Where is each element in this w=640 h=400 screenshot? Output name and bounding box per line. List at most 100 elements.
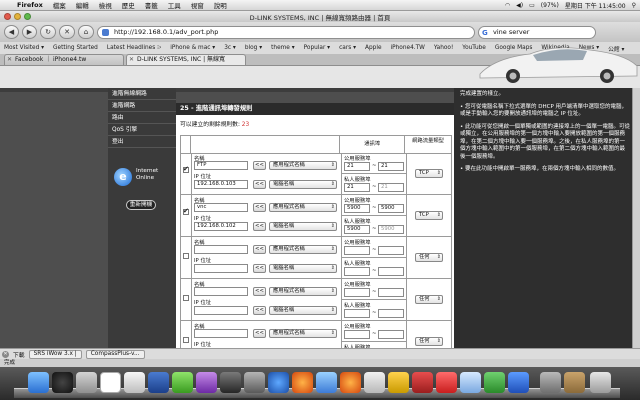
app-icon[interactable]	[196, 372, 217, 393]
computer-name-select[interactable]: 電腦名稱	[269, 180, 337, 189]
insert-pc-button[interactable]: <<	[253, 222, 266, 231]
reload-button[interactable]: ↻	[40, 25, 56, 39]
rule-ip-input[interactable]	[194, 306, 248, 315]
public-port-end-input[interactable]: 21	[378, 162, 404, 171]
application-name-select[interactable]: 應用程式名稱	[269, 245, 337, 254]
rule-ip-input[interactable]	[194, 264, 248, 273]
download-task[interactable]: CompassPlus-v...	[85, 349, 145, 359]
traffic-type-select[interactable]: 任何	[415, 295, 443, 304]
application-name-select[interactable]: 應用程式名稱	[269, 161, 337, 170]
tab-dlink[interactable]: ✕ D-LINK SYSTEMS, INC | 無線寬	[126, 54, 246, 65]
public-port-end-input[interactable]	[378, 330, 404, 339]
public-port-end-input[interactable]: 5900	[378, 204, 404, 213]
sidebar-item-advanced-network[interactable]: 進階網路	[108, 100, 176, 112]
bookmark-item[interactable]: Most Visited ▾	[4, 45, 44, 51]
restart-button[interactable]: 重新開機	[126, 200, 156, 210]
rule-enable-checkbox[interactable]	[183, 165, 189, 173]
computer-name-select[interactable]: 電腦名稱	[269, 264, 337, 273]
download-label[interactable]: 下載	[13, 350, 25, 359]
rule-ip-input[interactable]: 192.168.0.102	[194, 222, 248, 231]
firefox-icon[interactable]	[292, 372, 313, 393]
stop-button[interactable]: ✕	[59, 25, 75, 39]
menu-view[interactable]: 檢視	[94, 0, 117, 10]
battery-icon[interactable]: ▭	[529, 2, 535, 9]
app-icon[interactable]	[508, 372, 529, 393]
app-icon[interactable]	[364, 372, 385, 393]
volume-icon[interactable]: ◀)	[516, 2, 523, 9]
rule-name-input[interactable]	[194, 287, 248, 296]
rule-enable-checkbox[interactable]	[183, 337, 189, 343]
menu-tools[interactable]: 工具	[163, 0, 186, 10]
insert-pc-button[interactable]: <<	[253, 264, 266, 273]
mail-icon[interactable]	[76, 372, 97, 393]
private-port-start-input[interactable]: 21	[344, 183, 370, 192]
itunes-icon[interactable]	[316, 372, 337, 393]
sidebar-item-routing[interactable]: 路由	[108, 112, 176, 124]
finder-icon[interactable]	[28, 372, 49, 393]
insert-app-button[interactable]: <<	[253, 245, 266, 254]
firefox-alt-icon[interactable]	[340, 372, 361, 393]
textedit-icon[interactable]	[124, 372, 145, 393]
bookmark-item[interactable]: iPhone & mac ▾	[170, 45, 215, 51]
rule-name-input[interactable]	[194, 329, 248, 338]
bookmark-item[interactable]: cars ▾	[339, 45, 356, 51]
public-port-end-input[interactable]	[378, 288, 404, 297]
sidebar-item-logout[interactable]: 登出	[108, 136, 176, 148]
menu-edit[interactable]: 編輯	[71, 0, 94, 10]
bookmark-item[interactable]: Getting Started	[53, 45, 98, 51]
wifi-icon[interactable]: ◠	[505, 2, 510, 9]
traffic-type-select[interactable]: TCP	[415, 169, 443, 178]
downloads-stack-icon[interactable]	[540, 372, 561, 393]
menu-window[interactable]: 視窗	[186, 0, 209, 10]
bookmark-item[interactable]: Apple	[365, 45, 382, 51]
public-port-start-input[interactable]: 5900	[344, 204, 370, 213]
bookmark-item[interactable]: iPhone4.TW	[391, 45, 425, 51]
spotlight-icon[interactable]: ⚲	[632, 2, 636, 9]
insert-app-button[interactable]: <<	[253, 329, 266, 338]
trash-icon[interactable]	[590, 372, 611, 393]
tab-facebook[interactable]: ✕ Facebook ｜ iPhone4.tw	[4, 54, 124, 65]
bookmark-item[interactable]: 3c ▾	[224, 45, 236, 51]
private-port-end-input[interactable]	[378, 309, 404, 318]
sidebar-item-advanced-wireless[interactable]: 進階無線網路	[108, 88, 176, 100]
application-name-select[interactable]: 應用程式名稱	[269, 287, 337, 296]
terminal-icon[interactable]	[220, 372, 241, 393]
app-icon[interactable]	[412, 372, 433, 393]
bookmark-item[interactable]: Popular ▾	[304, 45, 331, 51]
rule-enable-checkbox[interactable]	[183, 253, 189, 259]
public-port-start-input[interactable]: 21	[344, 162, 370, 171]
bookmark-item[interactable]: Yahoo!	[434, 45, 453, 51]
private-port-start-input[interactable]	[344, 309, 370, 318]
private-port-start-input[interactable]: 5900	[344, 225, 370, 234]
private-port-start-input[interactable]	[344, 267, 370, 276]
private-port-end-input[interactable]: 21	[378, 183, 404, 192]
menu-file[interactable]: 檔案	[48, 0, 71, 10]
public-port-end-input[interactable]	[378, 246, 404, 255]
adium-icon[interactable]	[172, 372, 193, 393]
rule-ip-input[interactable]: 192.168.0.103	[194, 180, 248, 189]
traffic-type-select[interactable]: TCP	[415, 211, 443, 220]
close-tab-icon[interactable]: ✕	[7, 55, 12, 65]
forward-button[interactable]: ▶	[22, 25, 37, 39]
bookmark-item[interactable]: theme ▾	[271, 45, 294, 51]
documents-stack-icon[interactable]	[564, 372, 585, 393]
download-task[interactable]: SRS iWow 3.x |	[28, 349, 82, 359]
traffic-type-select[interactable]: 任何	[415, 337, 443, 346]
app-icon[interactable]	[484, 372, 505, 393]
close-download-icon[interactable]: ✕	[2, 350, 9, 358]
sidebar-item-qos[interactable]: QoS 引擎	[108, 124, 176, 136]
menubar-clock[interactable]: 星期日 下午 11:45:00	[565, 1, 626, 10]
insert-pc-button[interactable]: <<	[253, 306, 266, 315]
safari-icon[interactable]	[268, 372, 289, 393]
application-name-select[interactable]: 應用程式名稱	[269, 203, 337, 212]
rule-name-input[interactable]: vnc	[194, 203, 248, 212]
rule-name-input[interactable]: FTP	[194, 161, 248, 170]
menu-app-name[interactable]: Firefox	[12, 1, 48, 9]
computer-name-select[interactable]: 電腦名稱	[269, 222, 337, 231]
menu-history[interactable]: 歷史	[117, 0, 140, 10]
calendar-icon[interactable]	[100, 372, 121, 393]
menu-help[interactable]: 說明	[209, 0, 232, 10]
menu-bookmarks[interactable]: 書籤	[140, 0, 163, 10]
rule-enable-checkbox[interactable]	[183, 207, 189, 215]
preview-icon[interactable]	[244, 372, 265, 393]
